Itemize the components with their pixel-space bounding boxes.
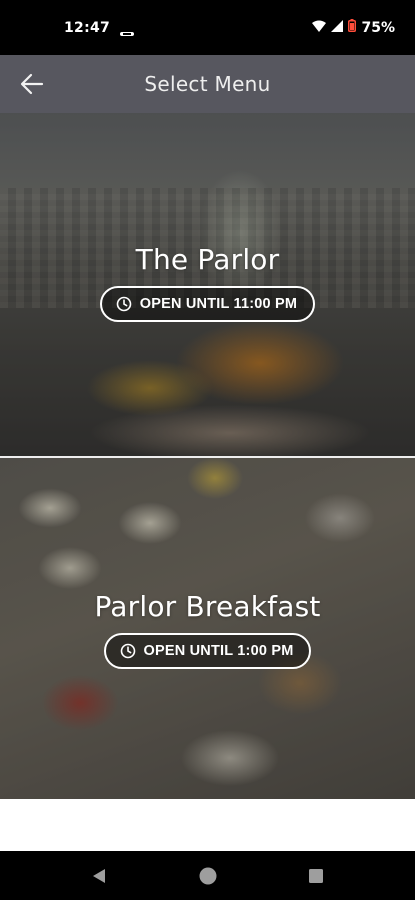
back-button[interactable]	[12, 64, 52, 104]
wifi-icon	[312, 20, 327, 36]
arrow-left-icon	[20, 73, 44, 95]
status-time: 12:47	[64, 19, 111, 36]
menu-title: Parlor Breakfast	[94, 590, 321, 623]
menu-title: The Parlor	[135, 243, 280, 276]
battery-icon	[348, 19, 357, 36]
back-triangle-icon[interactable]	[88, 865, 110, 887]
clock-icon	[116, 296, 132, 312]
battery-percent: 75%	[361, 19, 395, 36]
hours-text: OPEN UNTIL 1:00 PM	[143, 643, 294, 659]
hours-text: OPEN UNTIL 11:00 PM	[139, 296, 298, 312]
status-bar: 12:47 75%	[0, 0, 415, 55]
app-header: Select Menu	[0, 55, 415, 113]
hours-badge: OPEN UNTIL 1:00 PM	[103, 633, 312, 669]
notification-icon	[120, 25, 135, 36]
signal-icon	[331, 19, 344, 36]
menu-card-content: The Parlor OPEN UNTIL 11:00 PM	[0, 243, 415, 322]
menu-card-content: Parlor Breakfast OPEN UNTIL 1:00 PM	[0, 590, 415, 669]
clock-icon	[120, 643, 135, 659]
menu-card-the-parlor[interactable]: The Parlor OPEN UNTIL 11:00 PM	[0, 113, 415, 456]
status-right: 75%	[312, 19, 395, 36]
hours-badge: OPEN UNTIL 11:00 PM	[99, 286, 316, 322]
home-circle-icon[interactable]	[197, 865, 219, 887]
recents-square-icon[interactable]	[305, 865, 327, 887]
page-title: Select Menu	[144, 72, 271, 96]
system-nav-bar	[0, 851, 415, 900]
menu-card-parlor-breakfast[interactable]: Parlor Breakfast OPEN UNTIL 1:00 PM	[0, 458, 415, 799]
